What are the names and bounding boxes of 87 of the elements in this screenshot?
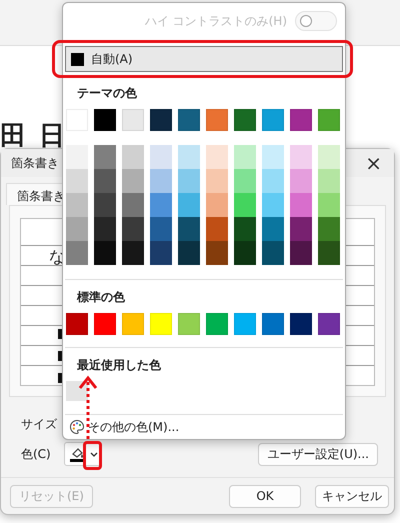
color-swatch[interactable] [262, 169, 284, 193]
section-heading: テーマの色 [76, 84, 138, 102]
color-swatch[interactable] [206, 145, 228, 169]
color-swatch[interactable] [290, 217, 312, 241]
close-button[interactable]: × [361, 151, 386, 175]
color-swatch[interactable] [122, 241, 144, 265]
color-swatch[interactable] [234, 109, 256, 131]
color-swatch[interactable] [234, 145, 256, 169]
color-swatch[interactable] [122, 109, 144, 131]
color-swatch[interactable] [66, 193, 88, 217]
color-swatch[interactable] [290, 109, 312, 131]
color-swatch[interactable] [234, 217, 256, 241]
color-swatch[interactable] [290, 313, 312, 335]
section-heading: 標準の色 [76, 288, 126, 306]
color-swatch[interactable] [206, 193, 228, 217]
color-swatch[interactable] [318, 241, 340, 265]
color-swatch[interactable] [94, 217, 116, 241]
color-swatch[interactable] [150, 313, 172, 335]
color-swatch[interactable] [318, 193, 340, 217]
color-swatch[interactable] [206, 313, 228, 335]
color-swatch[interactable] [318, 109, 340, 131]
color-swatch[interactable] [122, 193, 144, 217]
color-swatch[interactable] [66, 169, 88, 193]
color-swatch[interactable] [150, 193, 172, 217]
color-swatch[interactable] [150, 217, 172, 241]
color-swatch[interactable] [318, 145, 340, 169]
color-swatch[interactable] [206, 169, 228, 193]
color-swatch[interactable] [262, 241, 284, 265]
color-swatch[interactable] [262, 217, 284, 241]
palette-icon [69, 419, 85, 435]
color-swatch[interactable] [94, 145, 116, 169]
color-swatch[interactable] [66, 241, 88, 265]
color-swatch[interactable] [262, 109, 284, 131]
color-swatch[interactable] [94, 169, 116, 193]
color-swatch[interactable] [94, 193, 116, 217]
color-swatch[interactable] [178, 193, 200, 217]
color-swatch[interactable] [290, 241, 312, 265]
color-swatch[interactable] [262, 193, 284, 217]
color-swatch[interactable] [178, 109, 200, 131]
color-swatch[interactable] [318, 313, 340, 335]
dialog-title: 箇条書き [11, 154, 59, 172]
color-swatch[interactable] [178, 169, 200, 193]
color-swatch[interactable] [94, 313, 116, 335]
color-swatch[interactable] [122, 145, 144, 169]
color-swatch[interactable] [178, 145, 200, 169]
color-swatch[interactable] [66, 313, 88, 335]
color-swatch[interactable] [290, 169, 312, 193]
document-text: 田 日 [0, 120, 68, 153]
color-swatch[interactable] [94, 109, 116, 131]
cancel-button[interactable]: キャンセル [315, 484, 389, 508]
color-swatch[interactable] [150, 169, 172, 193]
color-swatch[interactable] [178, 217, 200, 241]
color-swatch[interactable] [234, 241, 256, 265]
color-swatch[interactable] [122, 313, 144, 335]
color-swatch[interactable] [150, 145, 172, 169]
ok-button[interactable]: OK [229, 484, 301, 508]
annotation-arrow [78, 376, 98, 440]
more-colors-option[interactable]: その他の色(M)... [63, 415, 345, 439]
size-label: サイズ [21, 416, 57, 432]
color-swatch[interactable] [290, 145, 312, 169]
color-swatch[interactable] [150, 241, 172, 265]
color-swatch[interactable] [206, 109, 228, 131]
color-swatch[interactable] [66, 145, 88, 169]
color-swatch[interactable] [290, 193, 312, 217]
custom-settings-button[interactable]: ユーザー設定(U)... [258, 442, 378, 466]
automatic-color-option[interactable]: 自動(A) [65, 46, 343, 72]
color-swatch[interactable] [66, 217, 88, 241]
color-swatch[interactable] [262, 313, 284, 335]
color-swatch[interactable] [234, 169, 256, 193]
color-swatch[interactable] [318, 217, 340, 241]
color-swatch[interactable] [206, 241, 228, 265]
color-swatch[interactable] [150, 109, 172, 131]
color-swatch[interactable] [122, 217, 144, 241]
high-contrast-label: ハイ コントラストのみ(H) [144, 12, 287, 30]
color-swatch[interactable] [262, 145, 284, 169]
color-swatch[interactable] [122, 169, 144, 193]
color-swatch[interactable] [234, 313, 256, 335]
color-swatch[interactable] [234, 193, 256, 217]
color-swatch[interactable] [94, 241, 116, 265]
color-swatch[interactable] [178, 241, 200, 265]
color-swatch[interactable] [206, 217, 228, 241]
color-label: 色(C) [21, 446, 52, 462]
section-heading: 最近使用した色 [76, 356, 162, 374]
highlight-frame [83, 441, 102, 470]
color-swatch[interactable] [318, 169, 340, 193]
color-swatch[interactable] [66, 381, 88, 401]
color-swatch[interactable] [178, 313, 200, 335]
